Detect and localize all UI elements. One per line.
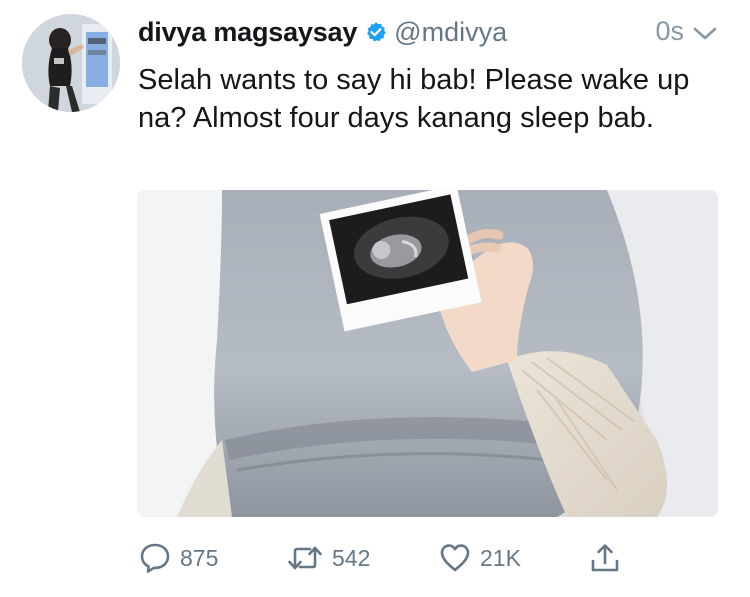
- retweet-arrows-icon: [286, 541, 324, 575]
- avatar[interactable]: [22, 14, 120, 112]
- tweet-header: divya magsaysay @mdivya 0s: [138, 14, 728, 50]
- reply-button[interactable]: 875: [138, 538, 218, 578]
- retweet-count: 542: [332, 544, 371, 571]
- like-button[interactable]: 21K: [438, 538, 521, 578]
- tweet-card[interactable]: divya magsaysay @mdivya 0s Selah wants t…: [0, 0, 750, 597]
- retweet-button[interactable]: 542: [286, 538, 370, 578]
- tweet-timestamp[interactable]: 0s: [655, 16, 684, 47]
- verified-badge-icon: [365, 21, 387, 43]
- reply-count: 875: [180, 544, 219, 571]
- share-button[interactable]: [588, 538, 622, 578]
- tweet-photo[interactable]: [137, 190, 718, 517]
- like-count: 21K: [480, 544, 521, 571]
- chevron-down-icon[interactable]: [692, 22, 718, 44]
- speech-bubble-icon: [138, 541, 172, 575]
- author-display-name[interactable]: divya magsaysay: [138, 17, 357, 48]
- heart-icon: [438, 541, 472, 575]
- share-arrow-icon: [588, 541, 622, 575]
- tweet-actions: 875 542 21K: [138, 538, 638, 578]
- author-handle[interactable]: @mdivya: [394, 17, 507, 48]
- tweet-text: Selah wants to say hi bab! Please wake u…: [138, 64, 690, 134]
